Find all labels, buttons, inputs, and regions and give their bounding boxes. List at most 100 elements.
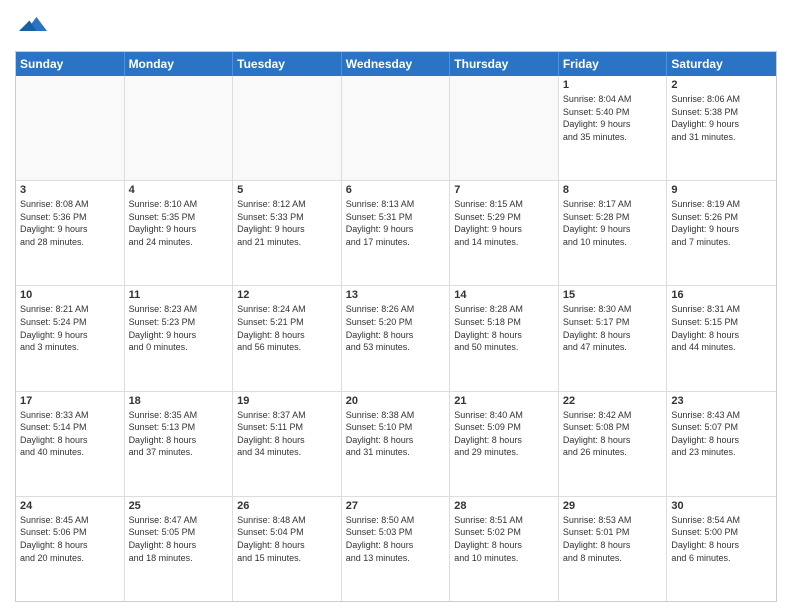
day-number: 8 [563, 184, 663, 196]
weekday-header: Friday [559, 52, 668, 76]
day-number: 11 [129, 289, 229, 301]
cell-info: Sunrise: 8:47 AMSunset: 5:05 PMDaylight:… [129, 514, 229, 564]
cell-info: Sunrise: 8:38 AMSunset: 5:10 PMDaylight:… [346, 409, 446, 459]
calendar-cell: 14 Sunrise: 8:28 AMSunset: 5:18 PMDayligh… [450, 286, 559, 390]
calendar-row: 1 Sunrise: 8:04 AMSunset: 5:40 PMDaylight… [16, 76, 776, 180]
cell-info: Sunrise: 8:12 AMSunset: 5:33 PMDaylight:… [237, 198, 337, 248]
cell-info: Sunrise: 8:13 AMSunset: 5:31 PMDaylight:… [346, 198, 446, 248]
day-number: 19 [237, 395, 337, 407]
calendar-cell [342, 76, 451, 180]
calendar-cell: 1 Sunrise: 8:04 AMSunset: 5:40 PMDaylight… [559, 76, 668, 180]
calendar-cell: 13Sunrise: 8:26 AMSunset: 5:20 PMDayligh… [342, 286, 451, 390]
calendar-header: SundayMondayTuesdayWednesdayThursdayFrid… [16, 52, 776, 76]
day-number: 9 [671, 184, 772, 196]
cell-info: Sunrise: 8:17 AMSunset: 5:28 PMDaylight:… [563, 198, 663, 248]
day-number: 29 [563, 500, 663, 512]
cell-info: Sunrise: 8:06 AMSunset: 5:38 PMDaylight:… [671, 93, 772, 143]
day-number: 10 [20, 289, 120, 301]
calendar-cell: 20Sunrise: 8:38 AMSunset: 5:10 PMDayligh… [342, 392, 451, 496]
day-number: 27 [346, 500, 446, 512]
weekday-header: Thursday [450, 52, 559, 76]
calendar-cell: 15 Sunrise: 8:30 AMSunset: 5:17 PMDayligh… [559, 286, 668, 390]
logo [15, 10, 47, 43]
calendar-cell: 3 Sunrise: 8:08 AMSunset: 5:36 PMDaylight… [16, 181, 125, 285]
day-number: 3 [20, 184, 120, 196]
cell-info: Sunrise: 8:42 AMSunset: 5:08 PMDaylight:… [563, 409, 663, 459]
calendar-cell [16, 76, 125, 180]
calendar-cell [450, 76, 559, 180]
calendar-cell: 16Sunrise: 8:31 AMSunset: 5:15 PMDayligh… [667, 286, 776, 390]
calendar: SundayMondayTuesdayWednesdayThursdayFrid… [15, 51, 777, 602]
calendar-cell: 17 Sunrise: 8:33 AMSunset: 5:14 PMDayligh… [16, 392, 125, 496]
cell-info: Sunrise: 8:53 AMSunset: 5:01 PMDaylight:… [563, 514, 663, 564]
day-number: 6 [346, 184, 446, 196]
day-number: 22 [563, 395, 663, 407]
cell-info: Sunrise: 8:24 AMSunset: 5:21 PMDaylight:… [237, 303, 337, 353]
calendar-cell: 10 Sunrise: 8:21 AMSunset: 5:24 PMDayligh… [16, 286, 125, 390]
cell-info: Sunrise: 8:21 AMSunset: 5:24 PMDaylight:… [20, 303, 120, 353]
calendar-cell: 28 Sunrise: 8:51 AMSunset: 5:02 PMDayligh… [450, 497, 559, 601]
calendar-row: 3 Sunrise: 8:08 AMSunset: 5:36 PMDaylight… [16, 180, 776, 285]
cell-info: Sunrise: 8:30 AMSunset: 5:17 PMDaylight:… [563, 303, 663, 353]
day-number: 14 [454, 289, 554, 301]
cell-info: Sunrise: 8:08 AMSunset: 5:36 PMDaylight:… [20, 198, 120, 248]
day-number: 1 [563, 79, 663, 91]
calendar-cell: 25 Sunrise: 8:47 AMSunset: 5:05 PMDayligh… [125, 497, 234, 601]
day-number: 25 [129, 500, 229, 512]
cell-info: Sunrise: 8:10 AMSunset: 5:35 PMDaylight:… [129, 198, 229, 248]
cell-info: Sunrise: 8:37 AMSunset: 5:11 PMDaylight:… [237, 409, 337, 459]
cell-info: Sunrise: 8:23 AMSunset: 5:23 PMDaylight:… [129, 303, 229, 353]
day-number: 30 [671, 500, 772, 512]
calendar-row: 24 Sunrise: 8:45 AMSunset: 5:06 PMDayligh… [16, 496, 776, 601]
calendar-cell: 12 Sunrise: 8:24 AMSunset: 5:21 PMDayligh… [233, 286, 342, 390]
calendar-cell: 24 Sunrise: 8:45 AMSunset: 5:06 PMDayligh… [16, 497, 125, 601]
day-number: 18 [129, 395, 229, 407]
calendar-row: 10 Sunrise: 8:21 AMSunset: 5:24 PMDayligh… [16, 285, 776, 390]
cell-info: Sunrise: 8:04 AMSunset: 5:40 PMDaylight:… [563, 93, 663, 143]
weekday-header: Wednesday [342, 52, 451, 76]
day-number: 12 [237, 289, 337, 301]
calendar-cell: 7 Sunrise: 8:15 AMSunset: 5:29 PMDaylight… [450, 181, 559, 285]
cell-info: Sunrise: 8:40 AMSunset: 5:09 PMDaylight:… [454, 409, 554, 459]
cell-info: Sunrise: 8:51 AMSunset: 5:02 PMDaylight:… [454, 514, 554, 564]
day-number: 24 [20, 500, 120, 512]
cell-info: Sunrise: 8:28 AMSunset: 5:18 PMDaylight:… [454, 303, 554, 353]
day-number: 2 [671, 79, 772, 91]
calendar-cell [125, 76, 234, 180]
cell-info: Sunrise: 8:50 AMSunset: 5:03 PMDaylight:… [346, 514, 446, 564]
day-number: 5 [237, 184, 337, 196]
day-number: 15 [563, 289, 663, 301]
calendar-cell: 11 Sunrise: 8:23 AMSunset: 5:23 PMDayligh… [125, 286, 234, 390]
header [15, 10, 777, 43]
calendar-cell: 8 Sunrise: 8:17 AMSunset: 5:28 PMDaylight… [559, 181, 668, 285]
logo-icon [19, 10, 47, 38]
calendar-cell: 21 Sunrise: 8:40 AMSunset: 5:09 PMDayligh… [450, 392, 559, 496]
calendar-cell: 18 Sunrise: 8:35 AMSunset: 5:13 PMDayligh… [125, 392, 234, 496]
cell-info: Sunrise: 8:45 AMSunset: 5:06 PMDaylight:… [20, 514, 120, 564]
cell-info: Sunrise: 8:33 AMSunset: 5:14 PMDaylight:… [20, 409, 120, 459]
page: SundayMondayTuesdayWednesdayThursdayFrid… [0, 0, 792, 612]
calendar-cell [233, 76, 342, 180]
calendar-cell: 6 Sunrise: 8:13 AMSunset: 5:31 PMDaylight… [342, 181, 451, 285]
calendar-cell: 4 Sunrise: 8:10 AMSunset: 5:35 PMDaylight… [125, 181, 234, 285]
day-number: 7 [454, 184, 554, 196]
weekday-header: Tuesday [233, 52, 342, 76]
day-number: 21 [454, 395, 554, 407]
day-number: 17 [20, 395, 120, 407]
cell-info: Sunrise: 8:43 AMSunset: 5:07 PMDaylight:… [671, 409, 772, 459]
calendar-cell: 5 Sunrise: 8:12 AMSunset: 5:33 PMDaylight… [233, 181, 342, 285]
calendar-body: 1 Sunrise: 8:04 AMSunset: 5:40 PMDaylight… [16, 76, 776, 601]
weekday-header: Sunday [16, 52, 125, 76]
calendar-cell: 23Sunrise: 8:43 AMSunset: 5:07 PMDayligh… [667, 392, 776, 496]
calendar-cell: 19 Sunrise: 8:37 AMSunset: 5:11 PMDayligh… [233, 392, 342, 496]
calendar-cell: 26Sunrise: 8:48 AMSunset: 5:04 PMDayligh… [233, 497, 342, 601]
cell-info: Sunrise: 8:15 AMSunset: 5:29 PMDaylight:… [454, 198, 554, 248]
cell-info: Sunrise: 8:48 AMSunset: 5:04 PMDaylight:… [237, 514, 337, 564]
day-number: 16 [671, 289, 772, 301]
cell-info: Sunrise: 8:35 AMSunset: 5:13 PMDaylight:… [129, 409, 229, 459]
calendar-cell: 22 Sunrise: 8:42 AMSunset: 5:08 PMDayligh… [559, 392, 668, 496]
calendar-cell: 30Sunrise: 8:54 AMSunset: 5:00 PMDayligh… [667, 497, 776, 601]
calendar-cell: 9Sunrise: 8:19 AMSunset: 5:26 PMDaylight… [667, 181, 776, 285]
day-number: 4 [129, 184, 229, 196]
day-number: 28 [454, 500, 554, 512]
